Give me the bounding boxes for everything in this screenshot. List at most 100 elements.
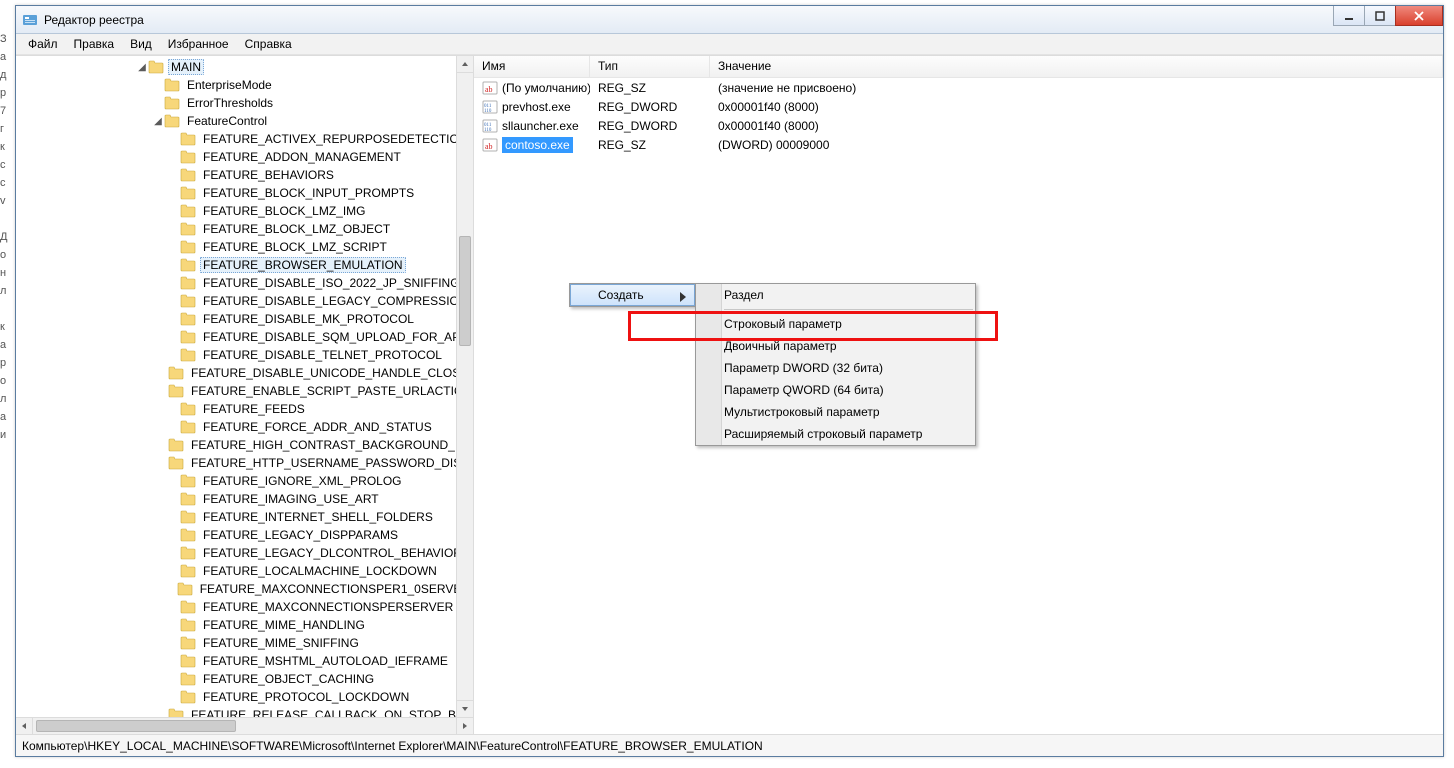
tree-item[interactable]: FEATURE_LOCALMACHINE_LOCKDOWN <box>16 562 473 580</box>
folder-icon <box>180 510 196 524</box>
tree-item[interactable]: FEATURE_BLOCK_LMZ_IMG <box>16 202 473 220</box>
column-header-type[interactable]: Тип <box>590 56 710 77</box>
folder-icon <box>180 690 196 704</box>
tree-item[interactable]: FEATURE_ADDON_MANAGEMENT <box>16 148 473 166</box>
tree-item[interactable]: FEATURE_ACTIVEX_REPURPOSEDETECTION <box>16 130 473 148</box>
svg-text:ab: ab <box>485 142 493 151</box>
menu-edit[interactable]: Правка <box>66 35 123 53</box>
tree-item-label: FEATURE_FORCE_ADDR_AND_STATUS <box>200 420 435 434</box>
folder-icon <box>180 546 196 560</box>
tree-item[interactable]: FEATURE_BLOCK_LMZ_SCRIPT <box>16 238 473 256</box>
context-item-create[interactable]: Создать <box>570 284 695 306</box>
context-item[interactable]: Параметр QWORD (64 бита) <box>696 379 975 401</box>
tree-item[interactable]: FEATURE_IMAGING_USE_ART <box>16 490 473 508</box>
tree-horizontal-scrollbar[interactable] <box>16 717 473 734</box>
folder-icon <box>168 384 184 398</box>
tree-item[interactable]: FEATURE_ENABLE_SCRIPT_PASTE_URLACTION_IF… <box>16 382 473 400</box>
tree-item[interactable]: FEATURE_DISABLE_MK_PROTOCOL <box>16 310 473 328</box>
tree-item[interactable]: FEATURE_OBJECT_CACHING <box>16 670 473 688</box>
column-header-value[interactable]: Значение <box>710 56 1443 77</box>
tree-item[interactable]: FEATURE_LEGACY_DISPPARAMS <box>16 526 473 544</box>
scroll-down-arrow[interactable] <box>457 700 473 717</box>
menu-file[interactable]: Файл <box>20 35 66 53</box>
column-header-name[interactable]: Имя <box>474 56 590 77</box>
tree-item-label: FEATURE_BLOCK_LMZ_IMG <box>200 204 368 218</box>
maximize-button[interactable] <box>1364 6 1396 26</box>
tree-item[interactable]: FEATURE_DISABLE_SQM_UPLOAD_FOR_APP <box>16 328 473 346</box>
tree-item[interactable]: FEATURE_FORCE_ADDR_AND_STATUS <box>16 418 473 436</box>
value-row[interactable]: ab(По умолчанию) REG_SZ (значение не при… <box>474 78 1443 97</box>
tree-item[interactable]: FEATURE_DISABLE_LEGACY_COMPRESSION <box>16 292 473 310</box>
scrollbar-thumb[interactable] <box>459 236 471 346</box>
tree-item[interactable]: FEATURE_RELEASE_CALLBACK_ON_STOP_BINDIN… <box>16 706 473 717</box>
tree-item-label: FEATURE_IMAGING_USE_ART <box>200 492 382 506</box>
tree-item-label: FEATURE_ACTIVEX_REPURPOSEDETECTION <box>200 132 471 146</box>
scroll-left-arrow[interactable] <box>16 718 33 734</box>
value-row[interactable]: 011110sllauncher.exe REG_DWORD 0x00001f4… <box>474 116 1443 135</box>
tree-item[interactable]: ◢ MAIN <box>16 58 473 76</box>
tree-item[interactable]: FEATURE_LEGACY_DLCONTROL_BEHAVIORS <box>16 544 473 562</box>
context-item[interactable]: Раздел <box>696 284 975 306</box>
tree-item[interactable]: FEATURE_FEEDS <box>16 400 473 418</box>
close-button[interactable] <box>1395 6 1443 26</box>
value-type: REG_DWORD <box>590 100 710 114</box>
tree-item-label: EnterpriseMode <box>184 78 275 92</box>
expander-icon[interactable]: ◢ <box>152 116 164 127</box>
value-name-selected: contoso.exe <box>502 137 573 153</box>
tree-item[interactable]: ErrorThresholds <box>16 94 473 112</box>
tree-item-label: FEATURE_DISABLE_MK_PROTOCOL <box>200 312 417 326</box>
minimize-button[interactable] <box>1333 6 1365 26</box>
tree-item[interactable]: FEATURE_MAXCONNECTIONSPER1_0SERVER <box>16 580 473 598</box>
background-text: Задр7гкссv Донл каролаи <box>0 30 15 444</box>
tree-item[interactable]: FEATURE_MAXCONNECTIONSPERSERVER <box>16 598 473 616</box>
value-row[interactable]: abcontoso.exe REG_SZ (DWORD) 00009000 <box>474 135 1443 154</box>
tree-item[interactable]: FEATURE_BLOCK_INPUT_PROMPTS <box>16 184 473 202</box>
tree-item[interactable]: EnterpriseMode <box>16 76 473 94</box>
tree-item[interactable]: FEATURE_DISABLE_TELNET_PROTOCOL <box>16 346 473 364</box>
tree-item[interactable]: FEATURE_DISABLE_UNICODE_HANDLE_CLOSING_… <box>16 364 473 382</box>
folder-icon <box>164 96 180 110</box>
folder-icon <box>177 582 193 596</box>
tree-item[interactable]: FEATURE_BLOCK_LMZ_OBJECT <box>16 220 473 238</box>
svg-text:ab: ab <box>485 85 493 94</box>
context-item[interactable]: Параметр DWORD (32 бита) <box>696 357 975 379</box>
menu-favorites[interactable]: Избранное <box>160 35 237 53</box>
expander-icon[interactable]: ◢ <box>136 62 148 73</box>
tree-item[interactable]: FEATURE_MIME_HANDLING <box>16 616 473 634</box>
tree-scroll[interactable]: ◢ MAIN EnterpriseMode ErrorThresholds ◢ … <box>16 56 473 717</box>
tree-item[interactable]: FEATURE_IGNORE_XML_PROLOG <box>16 472 473 490</box>
tree-item[interactable]: FEATURE_INTERNET_SHELL_FOLDERS <box>16 508 473 526</box>
hscrollbar-thumb[interactable] <box>36 720 236 732</box>
menu-help[interactable]: Справка <box>237 35 300 53</box>
value-row[interactable]: 011110prevhost.exe REG_DWORD 0x00001f40 … <box>474 97 1443 116</box>
scroll-up-arrow[interactable] <box>457 56 473 73</box>
folder-icon <box>180 600 196 614</box>
tree-item[interactable]: FEATURE_BEHAVIORS <box>16 166 473 184</box>
tree-vertical-scrollbar[interactable] <box>456 56 473 717</box>
folder-icon <box>180 618 196 632</box>
tree-item[interactable]: FEATURE_HIGH_CONTRAST_BACKGROUND_IMAG… <box>16 436 473 454</box>
context-item[interactable]: Строковый параметр <box>696 313 975 335</box>
context-item[interactable]: Расширяемый строковый параметр <box>696 423 975 445</box>
tree-item[interactable]: FEATURE_PROTOCOL_LOCKDOWN <box>16 688 473 706</box>
tree-item[interactable]: FEATURE_DISABLE_ISO_2022_JP_SNIFFING <box>16 274 473 292</box>
menu-view[interactable]: Вид <box>122 35 160 53</box>
tree-item[interactable]: FEATURE_HTTP_USERNAME_PASSWORD_DISABLE… <box>16 454 473 472</box>
tree-item[interactable]: FEATURE_MSHTML_AUTOLOAD_IEFRAME <box>16 652 473 670</box>
tree-item-label: FEATURE_BEHAVIORS <box>200 168 337 182</box>
tree-item[interactable]: FEATURE_MIME_SNIFFING <box>16 634 473 652</box>
tree-item-label: FEATURE_BLOCK_LMZ_SCRIPT <box>200 240 390 254</box>
folder-icon <box>180 492 196 506</box>
context-item[interactable]: Двоичный параметр <box>696 335 975 357</box>
tree-item[interactable]: ◢ FeatureControl <box>16 112 473 130</box>
tree-item[interactable]: FEATURE_BROWSER_EMULATION <box>16 256 473 274</box>
tree-item-label: FEATURE_LEGACY_DLCONTROL_BEHAVIORS <box>200 546 473 560</box>
folder-icon <box>180 330 196 344</box>
list-header: Имя Тип Значение <box>474 56 1443 78</box>
tree-item-label: FEATURE_PROTOCOL_LOCKDOWN <box>200 690 412 704</box>
value-type-icon: 011110 <box>482 99 498 115</box>
scroll-right-arrow[interactable] <box>456 718 473 734</box>
context-item[interactable]: Мультистроковый параметр <box>696 401 975 423</box>
submenu-arrow-icon <box>680 291 686 305</box>
title-bar[interactable]: Редактор реестра <box>16 6 1443 34</box>
